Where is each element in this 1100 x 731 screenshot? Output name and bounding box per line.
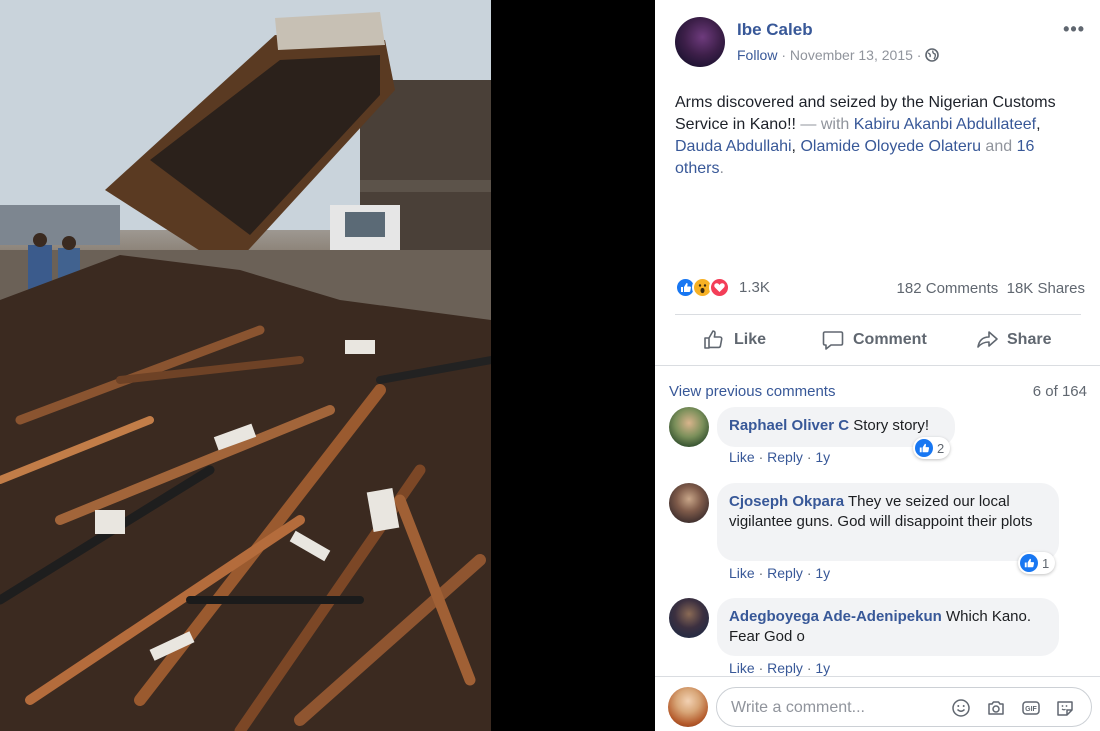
comment-actions: Like · Reply · 1y [729, 660, 831, 676]
thumbs-up-icon [702, 328, 726, 352]
comment-input[interactable] [731, 697, 941, 719]
comment-age[interactable]: 1y [815, 565, 830, 581]
period: . [719, 160, 724, 177]
with-label: — with [795, 116, 854, 133]
camera-icon[interactable] [986, 698, 1006, 718]
follow-link[interactable]: Follow [737, 47, 777, 63]
speech-bubble-icon [821, 328, 845, 352]
post-text: Arms discovered and seized by the Nigeri… [675, 92, 1075, 180]
post-details-panel: Ibe Caleb Follow · November 13, 2015 · •… [655, 0, 1100, 731]
and-label: and [980, 138, 1017, 155]
comment-reactions[interactable]: 1 [1018, 552, 1056, 574]
comment-like-link[interactable]: Like [729, 660, 755, 676]
post-meta: Follow · November 13, 2015 · [737, 47, 940, 63]
like-label: Like [734, 331, 767, 348]
sticker-icon[interactable] [1055, 698, 1075, 718]
post-actions: Like Comment Share [675, 322, 1085, 358]
reaction-count[interactable]: 1.3K [739, 279, 770, 296]
meta-separator: · [916, 47, 926, 63]
comment-bubble: Adegboyega Ade-Adenipekun Which Kano. Fe… [717, 598, 1059, 656]
shares-count[interactable]: 18K Shares [1007, 280, 1085, 297]
gif-icon[interactable]: GIF [1021, 698, 1041, 718]
commenter-avatar[interactable] [669, 407, 709, 447]
reaction-count: 1 [1042, 555, 1050, 571]
like-button[interactable]: Like [702, 322, 766, 358]
comment-composer: GIF [655, 676, 1100, 731]
current-user-avatar[interactable] [668, 687, 708, 727]
comment-bubble: Cjoseph Okpara They ve seized our local … [717, 483, 1059, 561]
comments-header: View previous comments 6 of 164 [669, 383, 1087, 400]
tagged-person[interactable]: Olamide Oloyede Olateru [800, 138, 981, 155]
share-arrow-icon [975, 328, 999, 352]
photo-viewer [0, 0, 655, 731]
comment-reply-link[interactable]: Reply [767, 660, 803, 676]
comment-actions: Like · Reply · 1y [729, 565, 831, 581]
comment-label: Comment [853, 331, 927, 348]
comment-age[interactable]: 1y [815, 449, 830, 465]
love-reaction-icon [709, 277, 730, 298]
post-date[interactable]: November 13, 2015 [790, 47, 913, 63]
smiley-icon[interactable] [951, 698, 971, 718]
comment-actions: Like · Reply · 1y [729, 449, 831, 465]
ellipsis-icon[interactable]: ••• [1063, 19, 1085, 40]
divider [655, 365, 1100, 366]
commenter-avatar[interactable] [669, 598, 709, 638]
post-header: Ibe Caleb Follow · November 13, 2015 · •… [675, 17, 1085, 69]
comment-share-counts: 182 Comments 18K Shares [897, 280, 1085, 297]
comment-age[interactable]: 1y [815, 660, 830, 676]
share-button[interactable]: Share [975, 322, 1051, 358]
commenter-name[interactable]: Cjoseph Okpara [729, 493, 844, 510]
post-photo[interactable] [0, 0, 491, 731]
comment-text: Story story! [853, 417, 930, 434]
share-label: Share [1007, 331, 1052, 348]
thumbs-up-icon [915, 439, 933, 457]
view-previous-comments-link[interactable]: View previous comments [669, 383, 835, 400]
comment-like-link[interactable]: Like [729, 565, 755, 581]
comment-reply-link[interactable]: Reply [767, 565, 803, 581]
tagged-person[interactable]: Dauda Abdullahi [675, 138, 792, 155]
comments-count[interactable]: 182 Comments [897, 280, 999, 297]
svg-text:GIF: GIF [1025, 706, 1037, 713]
commenter-name[interactable]: Adegboyega Ade-Adenipekun [729, 608, 942, 625]
reaction-count: 2 [937, 440, 945, 456]
author-avatar[interactable] [675, 17, 725, 67]
comment-reactions[interactable]: 2 [913, 437, 951, 459]
comment-like-link[interactable]: Like [729, 449, 755, 465]
author-name[interactable]: Ibe Caleb [737, 20, 813, 40]
comment-button[interactable]: Comment [821, 322, 927, 358]
tag-separator: , [1036, 116, 1041, 133]
meta-separator: · [781, 47, 790, 63]
comment-reply-link[interactable]: Reply [767, 449, 803, 465]
comment-count-indicator: 6 of 164 [1032, 383, 1087, 400]
comment-input-box[interactable]: GIF [716, 687, 1092, 727]
commenter-name[interactable]: Raphael Oliver C [729, 417, 849, 434]
thumbs-up-icon [1020, 554, 1038, 572]
post-stats: 1.3K 182 Comments 18K Shares [675, 277, 1085, 301]
commenter-avatar[interactable] [669, 483, 709, 523]
seized-weapons-photo [0, 0, 491, 731]
globe-icon [925, 48, 940, 62]
divider [675, 314, 1081, 315]
tagged-person[interactable]: Kabiru Akanbi Abdullateef [854, 116, 1036, 133]
